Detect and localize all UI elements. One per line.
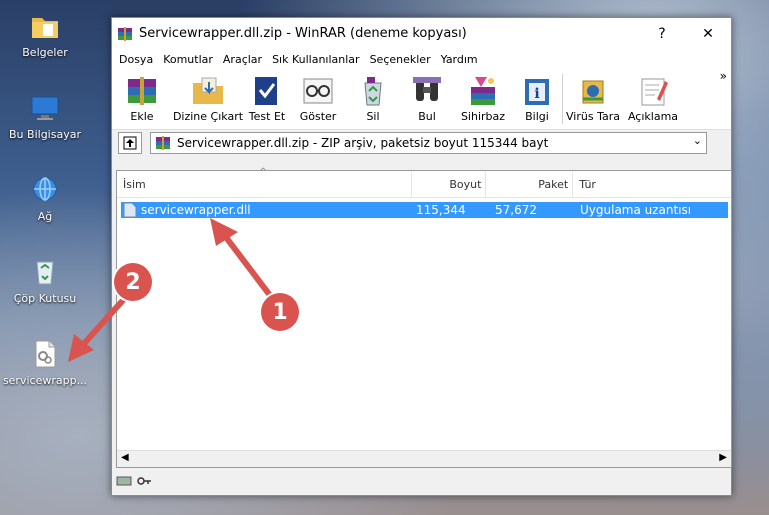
arrow-1 bbox=[219, 229, 275, 301]
annotation-marker-1: 1 bbox=[261, 293, 299, 331]
annotation-marker-2: 2 bbox=[114, 263, 152, 301]
arrow-1-head bbox=[210, 218, 238, 246]
arrow-2 bbox=[77, 295, 128, 351]
annotation-arrows bbox=[68, 218, 275, 362]
